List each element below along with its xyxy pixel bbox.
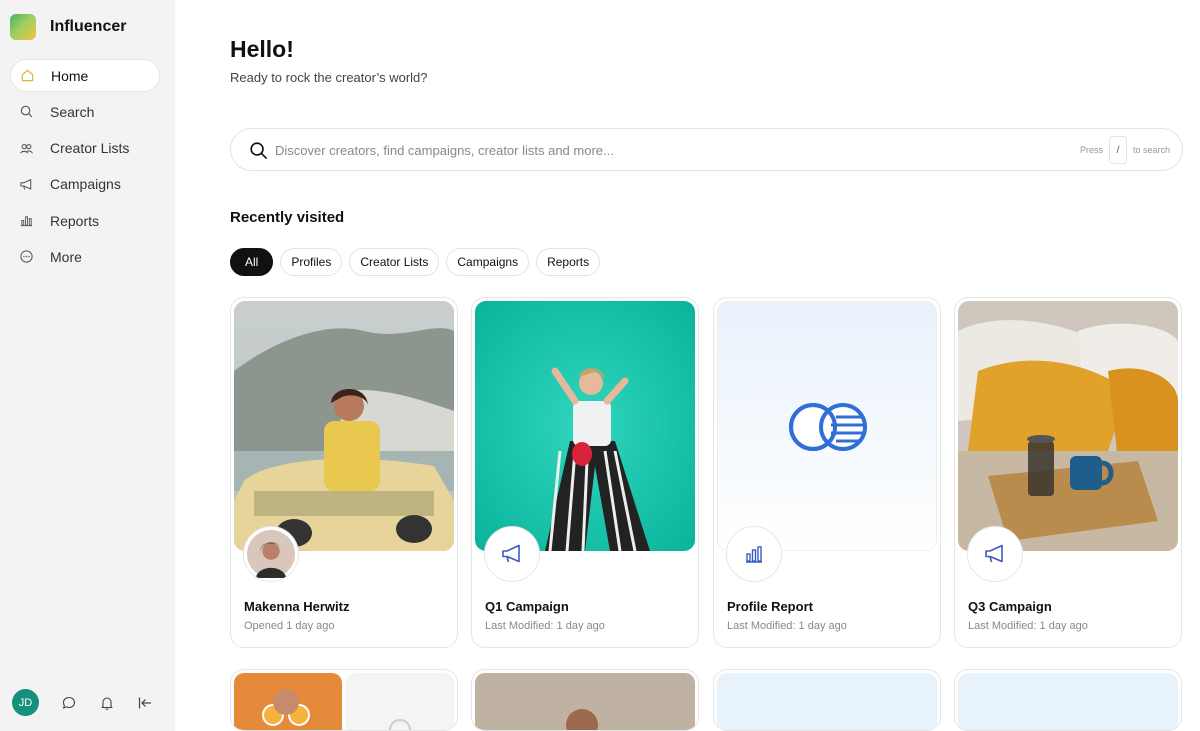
- recent-card-campaign-q3[interactable]: Q3 Campaign Last Modified: 1 day ago: [954, 297, 1182, 648]
- brand-name: Influencer: [50, 18, 127, 35]
- megaphone-icon: [20, 179, 32, 190]
- app-root: Influencer Home Search Creator Lists Cam…: [0, 0, 1200, 731]
- sidebar-item-campaigns[interactable]: Campaigns: [10, 168, 160, 201]
- recent-card-row2-4[interactable]: [954, 669, 1182, 731]
- sidebar-nav: Home Search Creator Lists Campaigns Repo…: [10, 59, 160, 277]
- report-preview: [717, 301, 937, 551]
- filter-chips: All Profiles Creator Lists Campaigns Rep…: [230, 248, 601, 276]
- sidebar-item-more[interactable]: More: [10, 240, 160, 273]
- sidebar-item-label: Reports: [50, 212, 100, 229]
- search-icon: [20, 106, 33, 118]
- brand[interactable]: Influencer: [10, 14, 126, 40]
- users-icon: [20, 143, 33, 154]
- campaign-photo: [475, 301, 695, 551]
- sidebar-item-search[interactable]: Search: [10, 95, 160, 128]
- recent-card-row2-3[interactable]: [713, 669, 941, 731]
- card-meta: Last Modified: 1 day ago: [485, 620, 605, 632]
- card-title: Profile Report: [727, 599, 813, 614]
- brand-logo: [10, 14, 36, 40]
- chat-icon[interactable]: [61, 695, 77, 711]
- card-title: Q1 Campaign: [485, 599, 569, 614]
- filter-chip-campaigns[interactable]: Campaigns: [446, 248, 530, 276]
- home-icon: [21, 69, 34, 82]
- filter-chip-creator-lists[interactable]: Creator Lists: [349, 248, 440, 276]
- megaphone-icon: [967, 526, 1023, 582]
- search-input[interactable]: [275, 139, 975, 161]
- recent-card-profile-report[interactable]: Profile Report Last Modified: 1 day ago: [713, 297, 941, 648]
- megaphone-icon: [484, 526, 540, 582]
- card-meta: Last Modified: 1 day ago: [727, 620, 847, 632]
- recent-card-profile[interactable]: Makenna Herwitz Opened 1 day ago: [230, 297, 458, 648]
- card-title: Q3 Campaign: [968, 599, 1052, 614]
- page-title: Hello!: [230, 36, 294, 62]
- user-avatar[interactable]: JD: [12, 689, 39, 716]
- card-meta: Last Modified: 1 day ago: [968, 620, 1088, 632]
- filter-chip-profiles[interactable]: Profiles: [280, 248, 343, 276]
- profile-avatar: [243, 526, 299, 582]
- sidebar-item-label: Creator Lists: [50, 140, 130, 157]
- recent-card-row2-2[interactable]: [471, 669, 699, 731]
- bar-chart-icon: [726, 526, 782, 582]
- filter-chip-reports[interactable]: Reports: [536, 248, 601, 276]
- search-icon: [250, 142, 267, 159]
- search-shortcut-hint: Press / to search: [1080, 136, 1170, 164]
- sidebar-item-label: Search: [50, 103, 95, 120]
- sidebar-item-creator-lists[interactable]: Creator Lists: [10, 132, 160, 165]
- shortcut-key: /: [1108, 136, 1127, 164]
- sidebar-item-reports[interactable]: Reports: [10, 204, 160, 237]
- sidebar-footer: JD: [12, 689, 153, 716]
- filter-chip-all[interactable]: All: [230, 248, 274, 276]
- campaign-photo: [958, 301, 1178, 551]
- hint-press-text: Press: [1079, 145, 1103, 155]
- sidebar-item-label: More: [50, 248, 82, 265]
- recently-visited-heading: Recently visited: [230, 209, 345, 226]
- main-content: Hello! Ready to rock the creator’s world…: [175, 0, 1200, 731]
- page-subtitle: Ready to rock the creator’s world?: [230, 70, 428, 85]
- sidebar-item-label: Home: [51, 67, 89, 84]
- sidebar: Influencer Home Search Creator Lists Cam…: [0, 0, 175, 731]
- sidebar-item-home[interactable]: Home: [10, 59, 160, 92]
- hint-action-text: to search: [1132, 145, 1170, 155]
- card-meta: Opened 1 day ago: [244, 620, 335, 632]
- global-search-bar[interactable]: Press / to search: [230, 128, 1183, 171]
- collapse-sidebar-icon[interactable]: [137, 695, 153, 711]
- bell-icon[interactable]: [99, 695, 115, 711]
- sidebar-item-label: Campaigns: [50, 176, 121, 193]
- bar-chart-icon: [20, 216, 33, 227]
- more-icon: [20, 250, 33, 264]
- recent-card-campaign-q1[interactable]: Q1 Campaign Last Modified: 1 day ago: [471, 297, 699, 648]
- card-title: Makenna Herwitz: [244, 599, 350, 614]
- profile-photo: [234, 301, 454, 551]
- recent-card-creator-list[interactable]: [230, 669, 458, 731]
